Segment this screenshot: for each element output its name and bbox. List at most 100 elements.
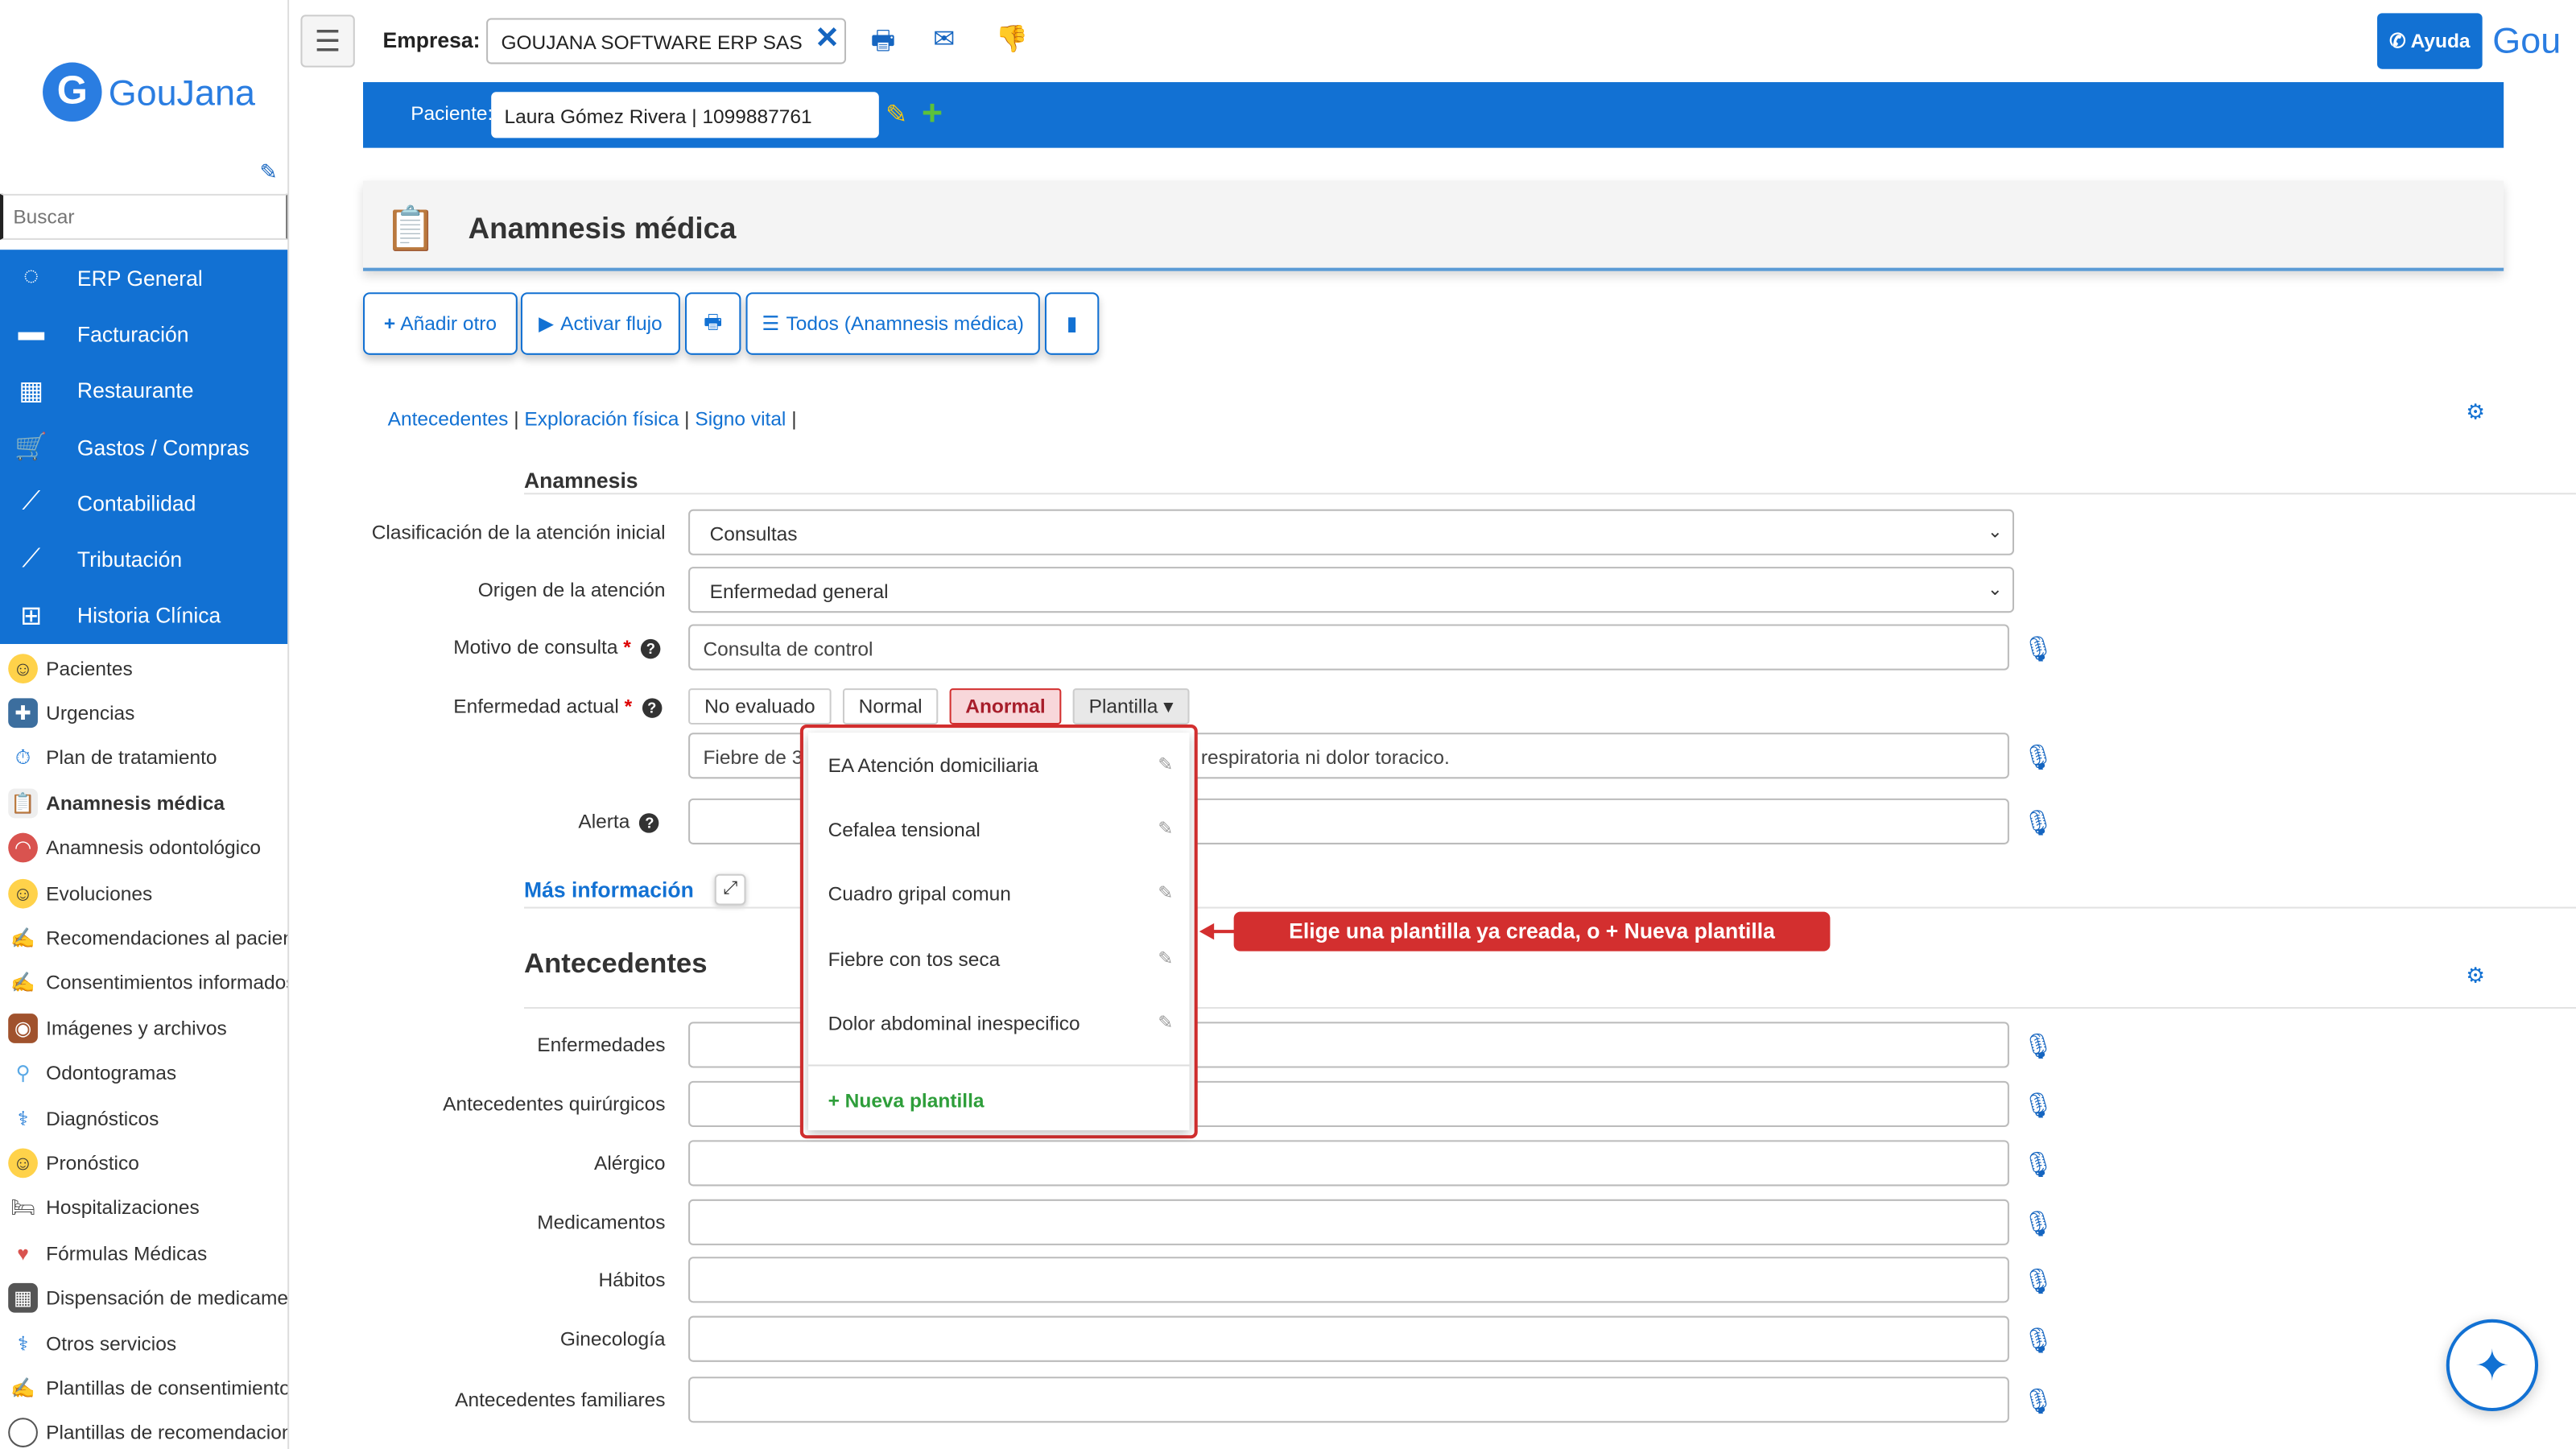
mail-icon[interactable]: ✉ [933, 23, 955, 56]
microphone-icon[interactable]: 🎙 [2022, 1386, 2054, 1416]
sidebar-item-pronostico[interactable]: ☺ Pronóstico [0, 1141, 287, 1186]
sidebar-item-diagnosticos[interactable]: ⚕ Diagnósticos [0, 1096, 287, 1141]
module-contabilidad[interactable]: ⟋ Contabilidad [0, 475, 287, 531]
book-button[interactable]: ▮ [1044, 292, 1100, 355]
module-historia-clinica[interactable]: ⊞ Historia Clínica [0, 588, 287, 644]
pencil-icon[interactable]: ✎ [1158, 883, 1173, 904]
sidebar-item-anamnesis-medica[interactable]: 📋 Anamnesis médica [0, 781, 287, 826]
microphone-icon[interactable]: 🎙 [2022, 808, 2054, 838]
patient-field[interactable]: Laura Gómez Rivera | 1099887761 [491, 92, 879, 138]
antecedente-label: Medicamentos [537, 1211, 666, 1234]
microphone-icon[interactable]: 🎙 [2022, 1091, 2054, 1121]
pencil-icon[interactable]: ✎ [259, 159, 277, 186]
module-erp-general[interactable]: ◌ ERP General [0, 250, 287, 306]
all-records-button[interactable]: ☰ Todos (Anamnesis médica) [745, 292, 1040, 355]
option-anormal[interactable]: Anormal [949, 688, 1062, 724]
template-item[interactable]: Fiebre con tos seca ✎ [808, 926, 1189, 990]
gear-icon[interactable]: ⚙ [2466, 399, 2485, 426]
microphone-icon[interactable]: 🎙 [2022, 634, 2054, 664]
module-menu: ◌ ERP General ▬ Facturación ▦ Restaurante 🛒… [0, 250, 288, 644]
sidebar-item-formulas[interactable]: ♥ Fórmulas Médicas [0, 1231, 287, 1276]
empresa-field[interactable]: GOUJANA SOFTWARE ERP SAS [486, 18, 847, 64]
sidebar-item-odontogramas[interactable]: ⚲ Odontogramas [0, 1051, 287, 1096]
module-label: ERP General [76, 265, 203, 291]
sidebar-item-label: Plan de tratamiento [46, 746, 217, 770]
link-signo-vital[interactable]: Signo vital [695, 407, 786, 431]
ai-sparkle-icon[interactable]: ✦ [2446, 1319, 2539, 1412]
activate-flow-button[interactable]: ▶ Activar flujo [520, 292, 680, 355]
template-item[interactable]: Cuadro gripal comun ✎ [808, 861, 1189, 926]
antecedente-input[interactable] [688, 1377, 2009, 1423]
option-normal[interactable]: Normal [842, 688, 939, 724]
sidebar-item-recomendaciones[interactable]: ✍ Recomendaciones al pacien [0, 915, 287, 960]
pencil-icon[interactable]: ✎ [1158, 754, 1173, 775]
link-exploracion-fisica[interactable]: Exploración física [524, 407, 679, 431]
clasificacion-label: Clasificación de la atención inicial [371, 520, 666, 544]
gear-icon[interactable]: ⚙ [2466, 963, 2485, 989]
thumbs-down-icon[interactable]: 👎 [996, 23, 1029, 56]
user-avatar[interactable]: Gou [2487, 11, 2566, 70]
sidebar-item-imagenes[interactable]: ◉ Imágenes y archivos [0, 1005, 287, 1051]
plus-icon[interactable]: + [922, 92, 943, 134]
clasificacion-select[interactable]: Consultas ⌄ [688, 509, 2015, 555]
template-item[interactable]: Dolor abdominal inespecifico ✎ [808, 990, 1189, 1055]
hamburger-menu-icon[interactable]: ☰ [300, 14, 355, 68]
microphone-icon[interactable]: 🎙 [2022, 1266, 2054, 1296]
pencil-icon[interactable]: ✎ [1158, 1012, 1173, 1033]
origen-label: Origen de la atención [477, 578, 666, 601]
link-antecedentes[interactable]: Antecedentes [388, 407, 509, 431]
button-label: Añadir otro [400, 312, 497, 336]
sidebar-item-otros-servicios[interactable]: ⚕ Otros servicios [0, 1321, 287, 1366]
app-logo[interactable]: G GouJana [36, 59, 266, 131]
antecedente-input[interactable] [688, 1315, 2009, 1362]
template-dropdown-toggle[interactable]: Plantilla ▾ [1072, 688, 1190, 724]
antecedente-label: Hábitos [598, 1268, 666, 1292]
sidebar-search-input[interactable] [0, 193, 288, 240]
microphone-icon[interactable]: 🎙 [2022, 1326, 2054, 1356]
add-another-button[interactable]: + Añadir otro [363, 292, 518, 355]
enfermedad-label-group: Enfermedad actual *? [453, 695, 662, 718]
help-icon[interactable]: ? [642, 698, 662, 718]
antecedente-input[interactable] [688, 1140, 2009, 1187]
antecedente-input[interactable] [688, 1199, 2009, 1245]
text-right: d respiratoria ni dolor toracico. [1184, 745, 1450, 770]
help-icon[interactable]: ? [641, 638, 661, 659]
pencil-icon[interactable]: ✎ [1158, 947, 1173, 968]
sidebar-item-anamnesis-odontologico[interactable]: ◠ Anamnesis odontológico [0, 826, 287, 871]
sidebar-item-label: Imágenes y archivos [46, 1016, 227, 1040]
sidebar-item-evoluciones[interactable]: ☺ Evoluciones [0, 871, 287, 916]
sidebar-item-pacientes[interactable]: ☺ Pacientes [0, 646, 287, 691]
sidebar-item-hospitalizaciones[interactable]: 🛏 Hospitalizaciones [0, 1186, 287, 1231]
microphone-icon[interactable]: 🎙 [2022, 742, 2054, 772]
more-info-link[interactable]: Más información [524, 877, 694, 902]
sidebar-item-plantillas-recomendacion[interactable]: Plantillas de recomendacion [0, 1410, 287, 1449]
print-icon[interactable]: 🖶 [871, 23, 896, 68]
template-item[interactable]: Cefalea tensional ✎ [808, 797, 1189, 861]
motivo-input[interactable]: Consulta de control [688, 624, 2009, 671]
microphone-icon[interactable]: 🎙 [2022, 1032, 2054, 1062]
sidebar-item-consentimientos[interactable]: ✍ Consentimientos informados [0, 960, 287, 1005]
close-icon[interactable]: ✕ [815, 22, 840, 56]
pencil-icon[interactable]: ✎ [886, 98, 907, 131]
print-button[interactable]: 🖶 [685, 292, 741, 355]
card-icon: ▬ [18, 319, 45, 348]
template-item[interactable]: EA Atención domiciliaria ✎ [808, 733, 1189, 797]
module-facturacion[interactable]: ▬ Facturación [0, 306, 287, 362]
module-tributacion[interactable]: ⟋ Tributación [0, 531, 287, 588]
sidebar-item-urgencias[interactable]: ✚ Urgencias [0, 691, 287, 736]
sidebar-item-dispensacion[interactable]: ▦ Dispensación de medicamer [0, 1276, 287, 1321]
expand-icon[interactable]: ⤢ [714, 873, 746, 906]
microphone-icon[interactable]: 🎙 [2022, 1209, 2054, 1239]
antecedente-input[interactable] [688, 1257, 2009, 1303]
help-button[interactable]: ✆ Ayuda [2377, 13, 2483, 69]
option-no-evaluado[interactable]: No evaluado [688, 688, 832, 724]
origen-select[interactable]: Enfermedad general ⌄ [688, 567, 2015, 613]
sidebar-item-plan-tratamiento[interactable]: ⏱ Plan de tratamiento [0, 736, 287, 781]
pencil-icon[interactable]: ✎ [1158, 819, 1173, 840]
new-template-option[interactable]: + Nueva plantilla [808, 1064, 1190, 1130]
module-gastos-compras[interactable]: 🛒 Gastos / Compras [0, 419, 287, 475]
sidebar-item-plantillas-consentimiento[interactable]: ✍ Plantillas de consentimiento [0, 1365, 287, 1410]
module-restaurante[interactable]: ▦ Restaurante [0, 362, 287, 419]
help-icon[interactable]: ? [639, 813, 660, 833]
microphone-icon[interactable]: 🎙 [2022, 1150, 2054, 1180]
